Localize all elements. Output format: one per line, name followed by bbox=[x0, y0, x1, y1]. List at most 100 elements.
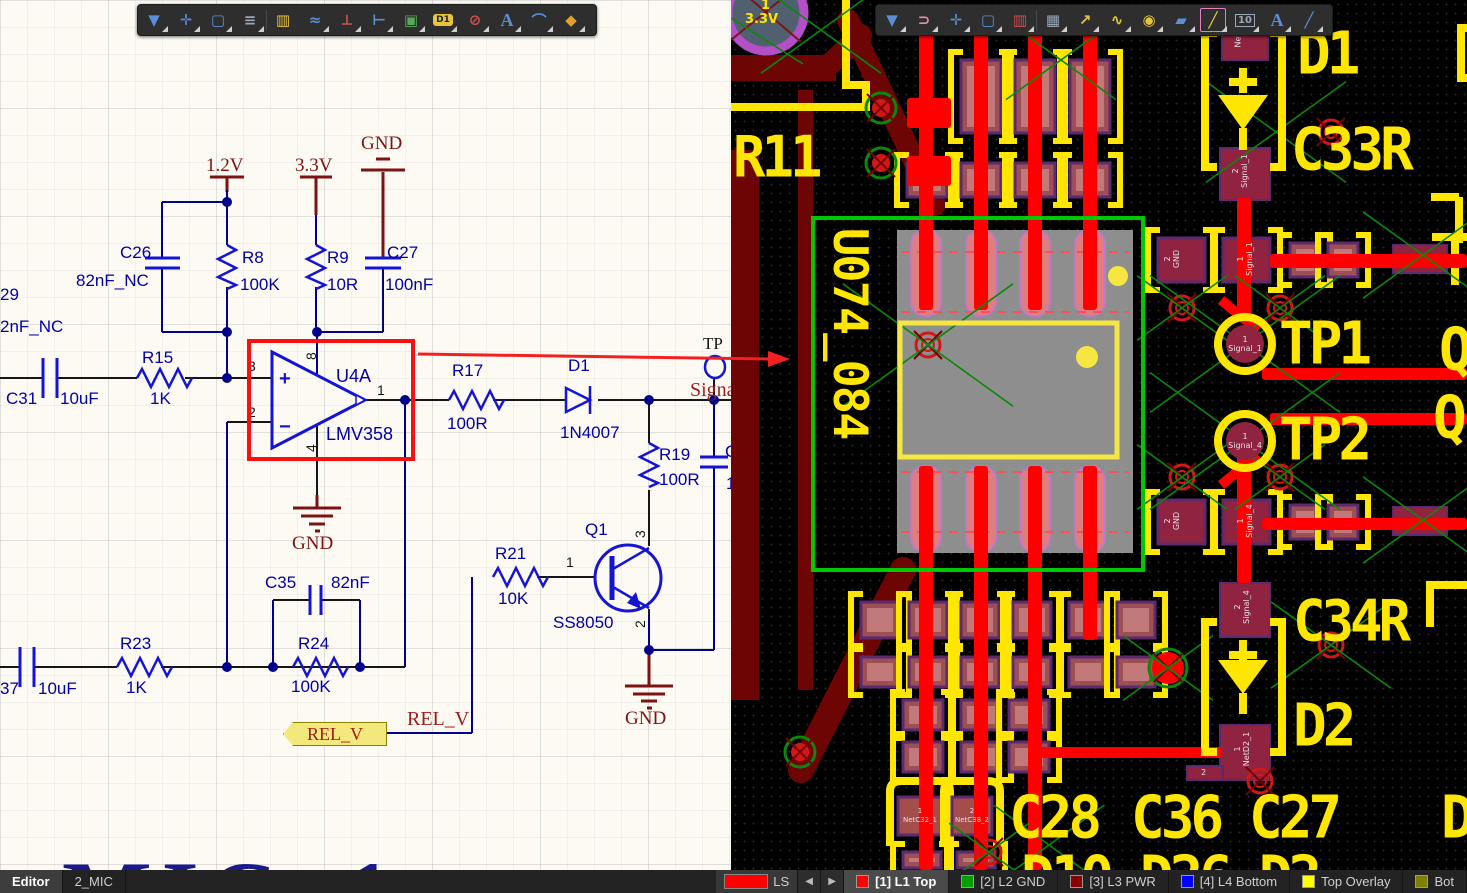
polygon-pour-icon[interactable]: ▰ bbox=[1165, 6, 1197, 34]
r21-ref[interactable]: R21 bbox=[495, 544, 526, 564]
q-partial-1[interactable]: Q bbox=[1439, 316, 1467, 384]
sheet-title[interactable]: MIC_1 bbox=[62, 840, 402, 870]
tune-icon[interactable]: ∿ bbox=[1101, 6, 1133, 34]
snap-icon[interactable]: ⊃ bbox=[908, 6, 940, 34]
place-text-icon[interactable]: A bbox=[1261, 6, 1293, 34]
align-icon[interactable]: ≡ bbox=[234, 6, 266, 34]
relv-net-label[interactable]: REL_V bbox=[407, 708, 469, 731]
d1-value[interactable]: 1N4007 bbox=[560, 423, 620, 443]
pcb-canvas[interactable]: R11 U074_084 D1 C33R TP1 TP2 C34R D2 C28… bbox=[731, 0, 1467, 870]
r23-ref[interactable]: R23 bbox=[120, 634, 151, 654]
q1-value[interactable]: SS8050 bbox=[553, 613, 614, 633]
r17-value[interactable]: 100R bbox=[447, 414, 488, 434]
layer-tab-bottom-partial[interactable]: Bot bbox=[1403, 870, 1467, 893]
r24-ref[interactable]: R24 bbox=[298, 634, 329, 654]
c28-silk-text[interactable]: C28 bbox=[1009, 784, 1098, 852]
c35-value[interactable]: 82nF bbox=[331, 573, 370, 593]
gnd-mid-label[interactable]: GND bbox=[292, 533, 333, 555]
tp2-silk-text[interactable]: TP2 bbox=[1279, 406, 1368, 474]
c37-value[interactable]: 10uF bbox=[38, 679, 77, 699]
pad-c38: 2NetC38_2 bbox=[951, 807, 993, 825]
c31-value[interactable]: 10uF bbox=[60, 389, 99, 409]
move-icon[interactable]: ✛ bbox=[940, 6, 972, 34]
c34r-silk-text[interactable]: C34R bbox=[1293, 588, 1407, 654]
place-via-icon[interactable]: ◉ bbox=[1133, 6, 1165, 34]
place-component-icon[interactable]: ▦ bbox=[1037, 6, 1069, 34]
place-port-icon[interactable]: ⊢ bbox=[363, 6, 395, 34]
filter-icon[interactable]: ▼ bbox=[138, 6, 170, 34]
c29-ref[interactable]: 29 bbox=[0, 285, 19, 305]
place-designator-icon[interactable]: D1 bbox=[427, 6, 459, 34]
signal-net-label[interactable]: Signa bbox=[690, 379, 731, 402]
c26-value[interactable]: 82nF_NC bbox=[76, 271, 149, 291]
layer-scroll-left[interactable]: ◀ bbox=[798, 870, 821, 893]
r9-ref[interactable]: R9 bbox=[327, 248, 349, 268]
q1-ref[interactable]: Q1 bbox=[585, 520, 608, 540]
d1-ref[interactable]: D1 bbox=[568, 356, 590, 376]
layer-tab-top-overlay[interactable]: Top Overlay bbox=[1290, 870, 1403, 893]
c33r-silk-text[interactable]: C33R bbox=[1291, 116, 1410, 184]
q-partial-2[interactable]: Q bbox=[1433, 384, 1463, 452]
place-text-icon[interactable]: A bbox=[491, 6, 523, 34]
relv-port[interactable]: REL_V bbox=[283, 722, 387, 746]
r23-value[interactable]: 1K bbox=[126, 678, 147, 698]
r8-value[interactable]: 100K bbox=[240, 275, 280, 295]
layer-tab-l2-gnd[interactable]: [2] L2 GND bbox=[949, 870, 1058, 893]
place-part-icon[interactable]: ▥ bbox=[267, 6, 299, 34]
r19-ref[interactable]: R19 bbox=[659, 445, 690, 465]
place-sheet-icon[interactable]: ▣ bbox=[395, 6, 427, 34]
gnd-top-label[interactable]: GND bbox=[361, 133, 402, 155]
r8-ref[interactable]: R8 bbox=[242, 248, 264, 268]
r17-ref[interactable]: R17 bbox=[452, 361, 483, 381]
place-line-icon[interactable]: ╱ bbox=[1293, 6, 1325, 34]
c36-silk-text[interactable]: C36 bbox=[1131, 784, 1220, 852]
tp1-silk-text[interactable]: TP1 bbox=[1279, 310, 1368, 378]
schematic-canvas[interactable]: 1.2V 3.3V GND GND GND C26 82nF_NC 29 2nF… bbox=[0, 0, 731, 870]
c37-ref[interactable]: 37 bbox=[0, 679, 19, 699]
net-1v2-label[interactable]: 1.2V bbox=[206, 155, 243, 177]
board-stack-icon[interactable]: ▥ bbox=[1004, 6, 1036, 34]
gnd-bot-label[interactable]: GND bbox=[625, 708, 666, 730]
place-pad-icon[interactable]: ◆ bbox=[555, 6, 587, 34]
net-3v3-label[interactable]: 3.3V bbox=[295, 155, 332, 177]
c31-ref[interactable]: C31 bbox=[6, 389, 37, 409]
r11-silk-text[interactable]: R11 bbox=[733, 124, 819, 190]
place-wire-icon[interactable]: ≈ bbox=[299, 6, 331, 34]
select-area-icon[interactable]: ▢ bbox=[972, 6, 1004, 34]
c27-silk-text[interactable]: C27 bbox=[1249, 784, 1338, 852]
move-icon[interactable]: ✛ bbox=[170, 6, 202, 34]
u074-designator-text[interactable]: U074_084 bbox=[822, 228, 877, 438]
c27-value[interactable]: 100nF bbox=[385, 275, 433, 295]
layer-color-l3 bbox=[1070, 875, 1083, 888]
c29-value[interactable]: 2nF_NC bbox=[0, 317, 63, 337]
r24-value[interactable]: 100K bbox=[291, 677, 331, 697]
c26-ref[interactable]: C26 bbox=[120, 243, 151, 263]
bottom-row-silk-text[interactable]: D10 D26 D2 bbox=[1021, 844, 1318, 870]
place-arc-icon[interactable]: ⌒ bbox=[523, 6, 555, 34]
d-partial[interactable]: D bbox=[1441, 784, 1467, 852]
d2-silk-text[interactable]: D2 bbox=[1293, 692, 1352, 760]
interactive-route-icon[interactable]: ╱ bbox=[1197, 6, 1229, 34]
layer-set-button[interactable]: LS bbox=[716, 870, 798, 893]
layer-scroll-right[interactable]: ▶ bbox=[821, 870, 844, 893]
r19-value[interactable]: 100R bbox=[659, 470, 700, 490]
r15-value[interactable]: 1K bbox=[150, 389, 171, 409]
editor-tab[interactable]: Editor bbox=[0, 870, 63, 893]
filter-icon[interactable]: ▼ bbox=[876, 6, 908, 34]
c35-ref[interactable]: C35 bbox=[265, 573, 296, 593]
layer-tab-l4-bottom[interactable]: [4] L4 Bottom bbox=[1169, 870, 1290, 893]
route-icon[interactable]: ↗ bbox=[1069, 6, 1101, 34]
r15-ref[interactable]: R15 bbox=[142, 348, 173, 368]
tp-net-label[interactable]: TP bbox=[703, 334, 723, 354]
layer-tab-l1-top[interactable]: [1] L1 Top bbox=[844, 870, 949, 893]
select-area-icon[interactable]: ▢ bbox=[202, 6, 234, 34]
place-no-erc-icon[interactable]: ⊘ bbox=[459, 6, 491, 34]
place-gnd-icon[interactable]: ⟂ bbox=[331, 6, 363, 34]
pad-d2-2: 2Signal_4 bbox=[1233, 590, 1251, 624]
document-tab-2mic[interactable]: 2_MIC bbox=[63, 870, 126, 893]
r21-value[interactable]: 10K bbox=[498, 589, 528, 609]
c27-ref[interactable]: C27 bbox=[387, 243, 418, 263]
layer-tab-l3-pwr[interactable]: [3] L3 PWR bbox=[1058, 870, 1168, 893]
r9-value[interactable]: 10R bbox=[327, 275, 358, 295]
dimension-icon[interactable]: 10 bbox=[1229, 6, 1261, 34]
